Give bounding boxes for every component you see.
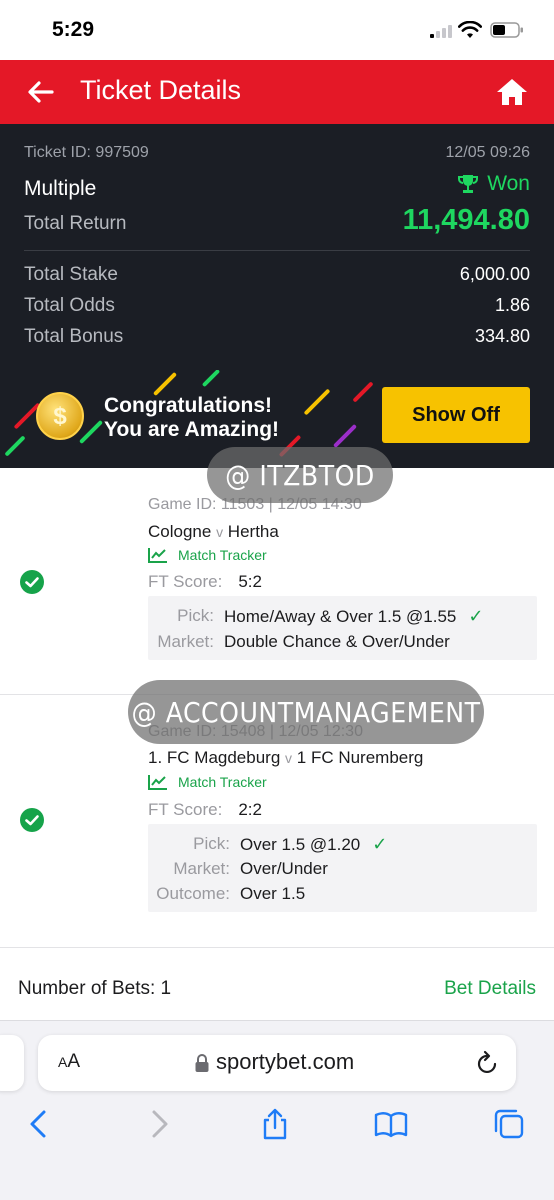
check-circle-icon [20, 570, 44, 594]
ft-score-label: FT Score: [148, 800, 223, 819]
total-stake-label: Total Stake [24, 264, 118, 285]
pick-label: Pick: [177, 606, 214, 625]
ticket-date: 12/05 09:26 [445, 144, 530, 161]
match-teams: 1. FC Magdeburg v 1 FC Nuremberg [148, 748, 423, 768]
market-row: Market: Over/Under [154, 859, 328, 879]
status-badge: Won [457, 172, 530, 196]
status-time: 5:29 [52, 18, 95, 41]
page-title: Ticket Details [80, 75, 242, 105]
ft-score: FT Score: 5:2 [148, 572, 262, 592]
tabs-icon[interactable] [492, 1107, 526, 1141]
market-label: Market: [157, 632, 214, 651]
text-size-button[interactable]: AA [58, 1051, 80, 1073]
book-icon[interactable] [374, 1107, 408, 1141]
share-icon[interactable] [258, 1107, 292, 1141]
decor-streak [332, 423, 358, 449]
divider [0, 947, 554, 948]
bet-details-link[interactable]: Bet Details [444, 978, 536, 1000]
home-team: 1. FC Magdeburg [148, 748, 281, 767]
bet-type: Multiple [24, 177, 97, 200]
address-bar[interactable]: AA sportybet.com [38, 1035, 516, 1091]
browser-toolbar: AA sportybet.com [0, 1020, 554, 1200]
chevron-left-icon[interactable] [22, 1107, 56, 1141]
away-team: Hertha [227, 522, 279, 541]
away-team: 1 FC Nuremberg [296, 748, 424, 767]
lock-icon [195, 1054, 209, 1072]
pick-details: Pick: Home/Away & Over 1.5 @1.55 ✓ Marke… [148, 596, 537, 660]
check-circle-icon [20, 808, 44, 832]
match-tracker-link[interactable]: Match Tracker [148, 547, 267, 563]
pick-details: Pick: Over 1.5 @1.20 ✓ Market: Over/Unde… [148, 824, 537, 912]
banner-message: Congratulations! You are Amazing! [104, 394, 279, 442]
total-bonus-label: Total Bonus [24, 326, 124, 347]
decor-streak [152, 371, 178, 397]
match-tracker-link[interactable]: Match Tracker [148, 774, 267, 790]
outcome-row: Outcome: Over 1.5 [154, 884, 305, 904]
home-icon[interactable] [494, 74, 530, 110]
market-row: Market: Double Chance & Over/Under [156, 632, 450, 652]
outcome-value: Over 1.5 [240, 884, 306, 903]
chevron-right-icon[interactable] [142, 1107, 176, 1141]
total-return-value: 11,494.80 [402, 204, 530, 236]
show-off-button[interactable]: Show Off [382, 387, 530, 443]
previous-tab-edge[interactable] [0, 1035, 24, 1091]
watermark-overlay: @ ITZBTOD [207, 447, 393, 503]
status-label: Won [487, 172, 530, 195]
ft-score-label: FT Score: [148, 572, 223, 591]
battery-icon [490, 22, 523, 38]
aa-small: A [58, 1054, 68, 1070]
match-tracker-label: Match Tracker [178, 547, 267, 563]
pick-value: Home/Away & Over 1.5 @1.55 [224, 606, 457, 626]
divider [24, 250, 530, 251]
match-tracker-label: Match Tracker [178, 774, 267, 790]
coin-symbol: $ [53, 403, 67, 430]
banner-line1: Congratulations! [104, 394, 272, 417]
ft-score-value: 5:2 [238, 572, 262, 591]
url-domain: sportybet.com [216, 1049, 355, 1074]
checkmark-icon: ✓ [372, 834, 388, 854]
trophy-icon [458, 175, 479, 193]
versus-label: v [285, 750, 293, 766]
market-value: Double Chance & Over/Under [224, 632, 450, 651]
outcome-label: Outcome: [156, 884, 230, 903]
pick-row: Pick: Over 1.5 @1.20 ✓ [154, 834, 387, 855]
number-of-bets: Number of Bets: 1 [18, 978, 172, 999]
market-label: Market: [173, 859, 230, 878]
ticket-summary: Ticket ID: 997509 12/05 09:26 Multiple W… [0, 124, 554, 370]
ft-score-value: 2:2 [238, 800, 262, 819]
coin-icon: $ [36, 392, 84, 440]
total-stake-value: 6,000.00 [459, 264, 530, 284]
status-bar: 5:29 [0, 0, 554, 60]
pick-row: Pick: Home/Away & Over 1.5 @1.55 ✓ [156, 606, 483, 627]
back-arrow-icon[interactable] [24, 75, 58, 109]
app-header: Ticket Details [0, 60, 554, 124]
total-return-label: Total Return [24, 213, 127, 234]
pick-label: Pick: [193, 834, 230, 853]
decor-streak [352, 381, 374, 403]
aa-large: A [67, 1051, 81, 1072]
match-teams: Cologne v Hertha [148, 522, 279, 542]
bets-footer: Number of Bets: 1 Bet Details [0, 970, 554, 1010]
chart-icon [148, 548, 167, 563]
reload-icon[interactable] [474, 1049, 500, 1077]
decor-streak [4, 435, 26, 457]
watermark-overlay: @ ACCOUNTMANAGEMENT [128, 680, 484, 744]
ticket-id: Ticket ID: 997509 [24, 144, 149, 161]
banner-line2: You are Amazing! [104, 418, 280, 441]
chart-icon [148, 775, 167, 790]
total-bonus-value: 334.80 [474, 326, 530, 346]
market-value: Over/Under [240, 859, 328, 878]
decor-streak [201, 370, 221, 388]
ft-score: FT Score: 2:2 [148, 800, 262, 820]
wifi-icon [458, 21, 482, 38]
total-odds-label: Total Odds [24, 295, 115, 316]
decor-streak [303, 388, 331, 416]
checkmark-icon: ✓ [468, 606, 484, 626]
home-team: Cologne [148, 522, 212, 541]
total-odds-value: 1.86 [494, 295, 530, 315]
versus-label: v [216, 524, 224, 540]
pick-value: Over 1.5 @1.20 [240, 834, 361, 854]
cellular-signal-icon [430, 24, 454, 38]
